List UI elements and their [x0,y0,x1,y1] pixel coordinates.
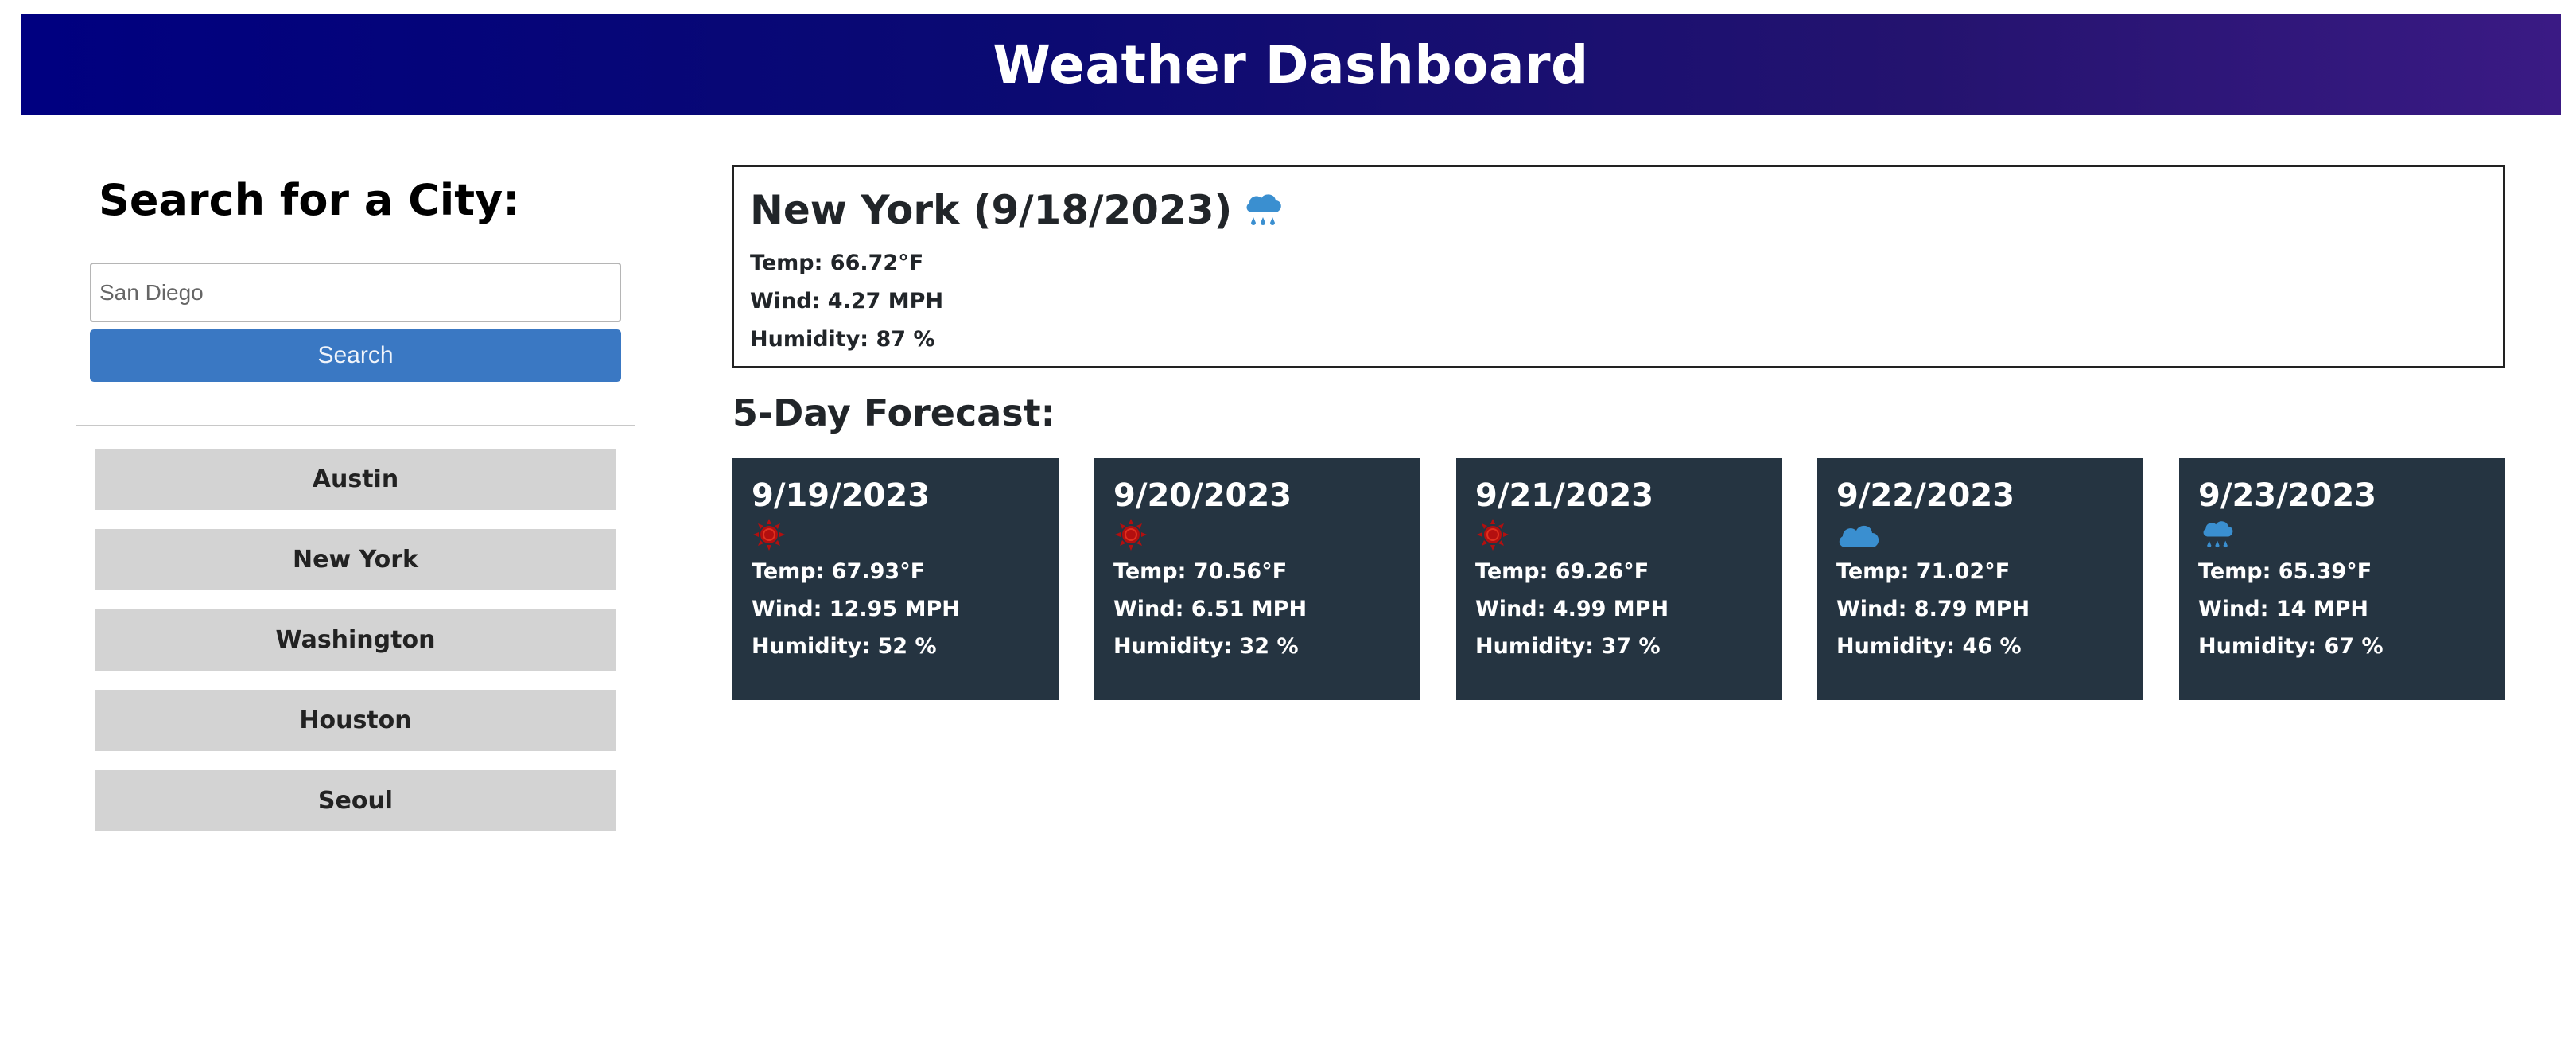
current-temp: Temp: 66.72°F [750,251,924,275]
sidebar-divider [76,425,635,426]
forecast-card: 9/20/2023 Temp: 70.56°F Wind: 6.51 MPH H… [1094,458,1420,700]
sun-icon [752,516,1059,554]
cloud-icon [1836,516,2143,554]
forecast-date: 9/21/2023 [1475,477,1654,514]
history-city-button[interactable]: Seoul [95,770,616,831]
rain-cloud-icon [1241,189,1284,232]
forecast-temp: Temp: 69.26°F [1475,559,1649,584]
forecast-wind: Wind: 8.79 MPH [1836,597,2030,621]
forecast-heading: 5-Day Forecast: [732,391,1056,434]
forecast-wind: Wind: 4.99 MPH [1475,597,1669,621]
forecast-card: 9/19/2023 Temp: 67.93°F Wind: 12.95 MPH … [732,458,1059,700]
current-humidity: Humidity: 87 % [750,327,935,352]
forecast-wind: Wind: 6.51 MPH [1113,597,1307,621]
current-weather-title-row: New York (9/18/2023) [750,181,2503,239]
search-heading: Search for a City: [99,175,520,225]
current-weather-panel: New York (9/18/2023) Temp: 66.72°F Wind:… [732,165,2505,368]
sun-icon [1475,516,1782,554]
history-city-button[interactable]: Austin [95,449,616,510]
forecast-humidity: Humidity: 37 % [1475,634,1661,659]
forecast-humidity: Humidity: 52 % [752,634,937,659]
forecast-wind: Wind: 14 MPH [2198,597,2369,621]
current-wind: Wind: 4.27 MPH [750,289,944,313]
search-history-list: Austin New York Washington Houston Seoul [95,449,616,850]
sun-icon [1113,516,1420,554]
history-city-button[interactable]: New York [95,529,616,590]
forecast-date: 9/22/2023 [1836,477,2015,514]
history-city-button[interactable]: Houston [95,690,616,751]
forecast-date: 9/20/2023 [1113,477,1292,514]
forecast-temp: Temp: 65.39°F [2198,559,2372,584]
city-search-input[interactable] [90,263,621,322]
forecast-date: 9/23/2023 [2198,477,2377,514]
forecast-humidity: Humidity: 46 % [1836,634,2022,659]
forecast-humidity: Humidity: 32 % [1113,634,1299,659]
forecast-temp: Temp: 70.56°F [1113,559,1288,584]
forecast-wind: Wind: 12.95 MPH [752,597,960,621]
forecast-card: 9/23/2023 Temp: 65.39°F Wind: 14 MPH Hum… [2179,458,2505,700]
forecast-date: 9/19/2023 [752,477,931,514]
rain-cloud-icon [2198,516,2505,554]
app-header: Weather Dashboard [21,14,2561,115]
current-weather-title: New York (9/18/2023) [750,187,1233,233]
forecast-card: 9/21/2023 Temp: 69.26°F Wind: 4.99 MPH H… [1456,458,1782,700]
forecast-temp: Temp: 71.02°F [1836,559,2011,584]
forecast-temp: Temp: 67.93°F [752,559,926,584]
history-city-button[interactable]: Washington [95,609,616,671]
forecast-card: 9/22/2023 Temp: 71.02°F Wind: 8.79 MPH H… [1817,458,2143,700]
search-button[interactable]: Search [90,329,621,382]
page-title: Weather Dashboard [993,33,1589,95]
forecast-humidity: Humidity: 67 % [2198,634,2384,659]
forecast-cards: 9/19/2023 Temp: 67.93°F Wind: 12.95 MPH … [732,458,2505,700]
